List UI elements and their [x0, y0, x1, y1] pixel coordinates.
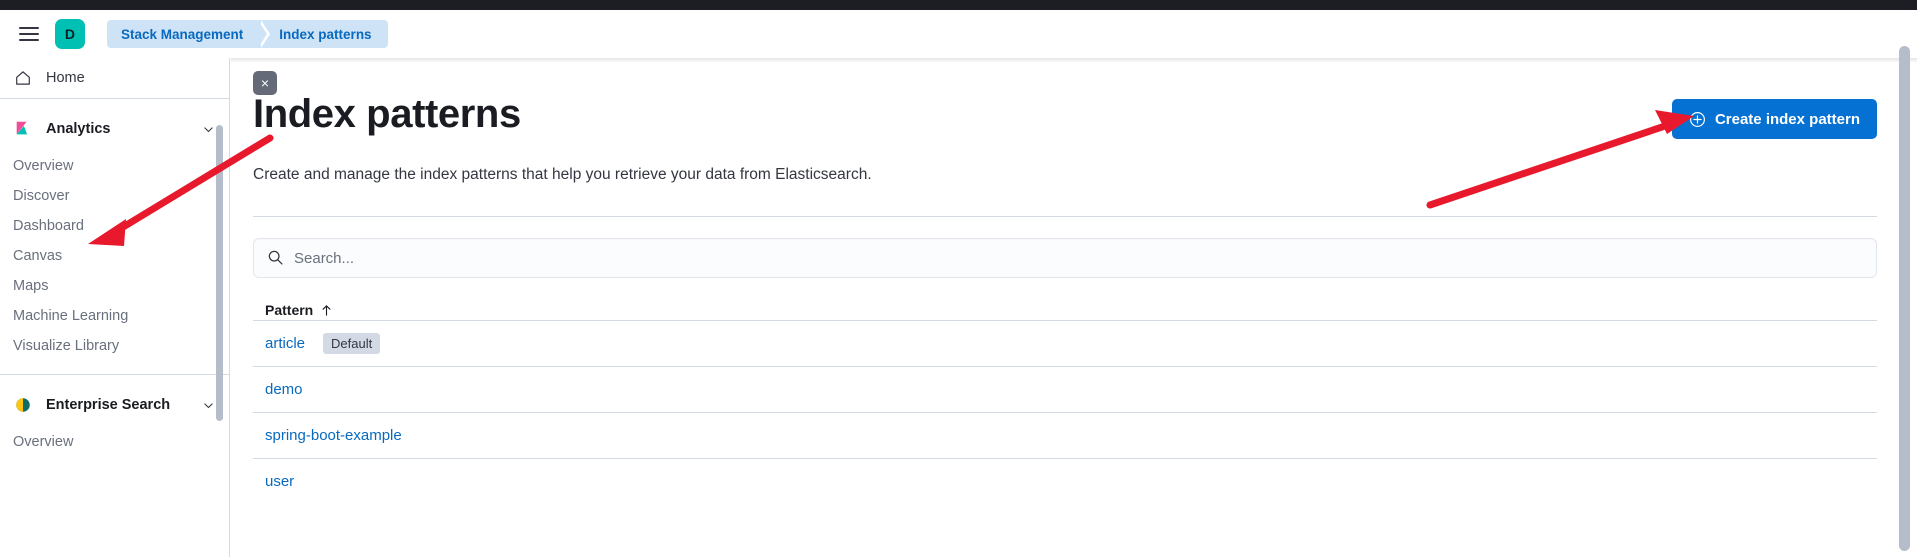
sidebar-item-label: Home: [46, 70, 85, 86]
table-header-row: Pattern: [253, 300, 1877, 320]
breadcrumb-label: Stack Management: [121, 26, 244, 42]
breadcrumb: Stack Management Index patterns: [107, 20, 388, 48]
enterprise-search-icon: [14, 396, 32, 414]
main-content: × Index patterns Create index pattern Cr…: [231, 58, 1917, 557]
chevron-down-icon[interactable]: [202, 123, 215, 136]
sidebar-item-visualize-library[interactable]: Visualize Library: [0, 331, 229, 361]
sidebar-item-discover[interactable]: Discover: [0, 181, 229, 211]
plus-circle-icon: [1689, 111, 1706, 128]
create-index-pattern-button[interactable]: Create index pattern: [1671, 99, 1877, 139]
sidebar-scrollbar[interactable]: [216, 125, 223, 421]
sidebar-nav: Home Analytics Overview Discover Dashboa…: [0, 58, 230, 557]
sidebar-group-analytics[interactable]: Analytics: [0, 107, 229, 151]
top-dark-strip: [0, 0, 1917, 10]
sidebar-item-enterprise-overview[interactable]: Overview: [0, 427, 229, 457]
sidebar-item-label: Visualize Library: [13, 338, 120, 354]
arrow-up-icon: [320, 304, 333, 317]
column-header-label: Pattern: [265, 302, 314, 319]
sidebar-item-label: Canvas: [13, 248, 63, 264]
sidebar-item-machine-learning[interactable]: Machine Learning: [0, 301, 229, 331]
breadcrumb-item-index-patterns[interactable]: Index patterns: [259, 20, 388, 48]
sidebar-item-label: Maps: [13, 278, 49, 294]
breadcrumb-label: Index patterns: [279, 26, 372, 42]
table-row[interactable]: spring-boot-example: [253, 412, 1877, 458]
create-button-label: Create index pattern: [1714, 110, 1860, 128]
search-input[interactable]: [253, 238, 1877, 279]
table-row[interactable]: article Default: [253, 320, 1877, 366]
sidebar-group-label: Enterprise Search: [46, 397, 171, 413]
sidebar-divider: [0, 374, 229, 375]
sidebar-item-label: Overview: [13, 158, 74, 174]
sidebar-item-label: Dashboard: [13, 218, 84, 234]
index-patterns-table: Pattern article Default demo spring-boot…: [253, 300, 1877, 504]
page-title: Index patterns: [253, 92, 521, 136]
column-header-pattern[interactable]: Pattern: [265, 302, 333, 318]
breadcrumb-item-stack-management[interactable]: Stack Management: [107, 20, 271, 48]
index-pattern-link[interactable]: article: [265, 335, 305, 352]
sidebar-item-maps[interactable]: Maps: [0, 271, 229, 301]
sidebar-item-label: Discover: [13, 188, 70, 204]
hamburger-menu-icon[interactable]: [13, 18, 45, 50]
index-pattern-link[interactable]: user: [265, 473, 294, 490]
app-root: D Stack Management Index patterns Home A…: [0, 0, 1917, 557]
table-row[interactable]: demo: [253, 366, 1877, 412]
page-description: Create and manage the index patterns tha…: [253, 166, 872, 183]
sidebar-group-label: Analytics: [46, 121, 111, 137]
home-icon: [14, 69, 32, 87]
sidebar-item-label: Machine Learning: [13, 308, 129, 324]
sidebar-group-enterprise-search[interactable]: Enterprise Search: [0, 383, 229, 427]
sidebar-item-home[interactable]: Home: [0, 58, 229, 99]
kibana-analytics-icon: [14, 120, 32, 138]
global-header: D Stack Management Index patterns: [0, 10, 1917, 58]
avatar[interactable]: D: [55, 19, 85, 49]
search-field-wrapper: [253, 238, 1877, 279]
sidebar-item-canvas[interactable]: Canvas: [0, 241, 229, 271]
sidebar-item-dashboard[interactable]: Dashboard: [0, 211, 229, 241]
divider: [253, 216, 1877, 218]
index-pattern-link[interactable]: spring-boot-example: [265, 427, 402, 444]
status-badge: Default: [323, 333, 381, 355]
close-icon[interactable]: ×: [253, 71, 277, 95]
sidebar-item-overview[interactable]: Overview: [0, 151, 229, 181]
sidebar-item-label: Overview: [13, 434, 74, 450]
page-scrollbar[interactable]: [1899, 46, 1910, 551]
table-row[interactable]: user: [253, 458, 1877, 504]
index-pattern-link[interactable]: demo: [265, 381, 303, 398]
page-header: Index patterns Create index pattern: [253, 85, 1877, 139]
chevron-down-icon[interactable]: [202, 399, 215, 412]
